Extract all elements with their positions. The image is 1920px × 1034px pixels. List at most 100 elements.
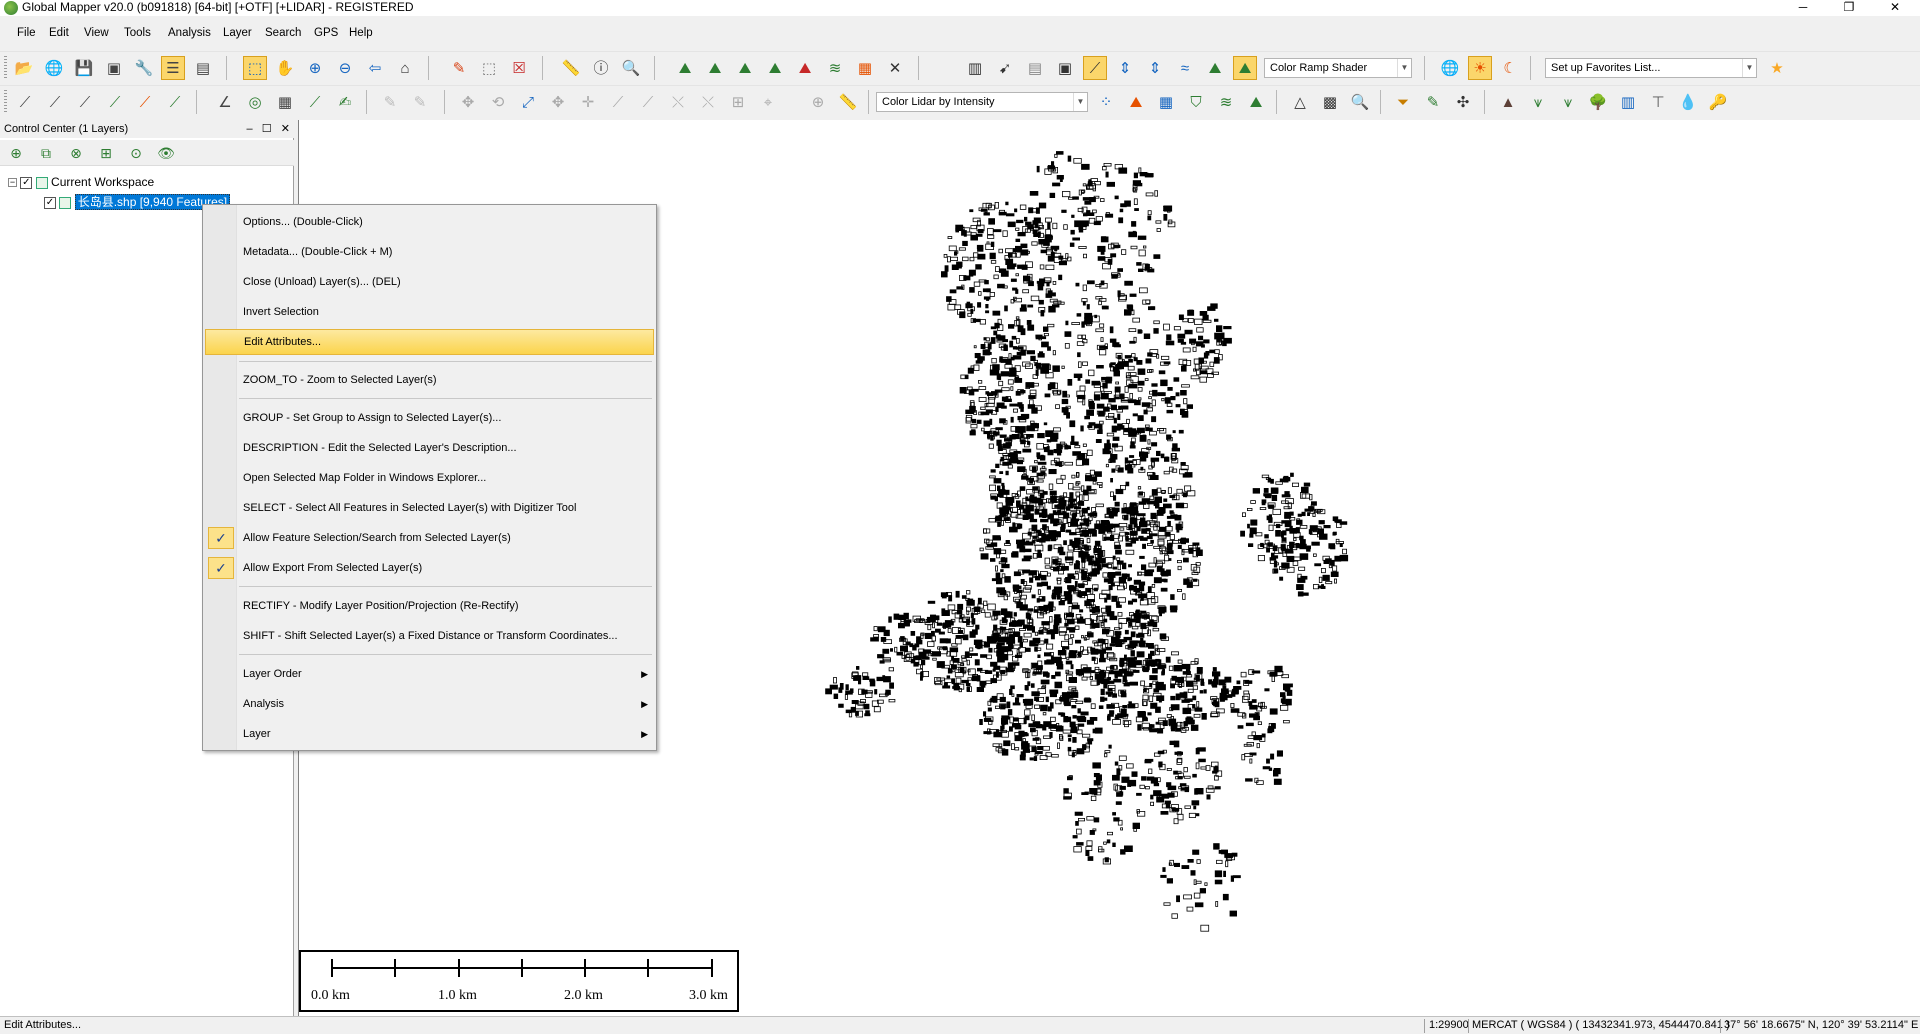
buffer-icon[interactable]: ⤬ (696, 90, 720, 114)
3d-view-icon[interactable]: ▣ (1053, 56, 1077, 80)
menu-item-select-all[interactable]: SELECT - Select All Features in Selected… (205, 495, 654, 521)
disabled-pencil-icon[interactable]: ✎ (378, 90, 402, 114)
pattern-icon[interactable]: ▩ (1318, 90, 1342, 114)
zoom-in-icon[interactable]: ⊕ (303, 56, 327, 80)
find-icon[interactable]: 🔍 (619, 56, 643, 80)
lidar-edit-icon[interactable]: ✎ (1421, 90, 1445, 114)
vertical-exaggeration-icon[interactable]: ⇕ (1113, 56, 1137, 80)
panel-minimize-icon[interactable]: – (246, 123, 252, 135)
menu-analysis[interactable]: Analysis (168, 27, 211, 39)
layer-checkbox[interactable]: ✓ (44, 196, 56, 209)
draw-point-icon[interactable]: ⟋ (303, 90, 327, 114)
favorites-select[interactable]: Set up Favorites List... ▼ (1545, 58, 1757, 78)
layer-visibility-icon[interactable]: 👁 (155, 143, 177, 163)
menu-edit[interactable]: Edit (49, 27, 69, 39)
draw-line-2-icon[interactable]: ⟋ (43, 90, 67, 114)
building-icon[interactable]: ▥ (1616, 90, 1640, 114)
rectangle-select-icon[interactable]: ⬚ (477, 56, 501, 80)
menu-item-metadata[interactable]: Metadata... (Double-Click + M) (205, 239, 654, 265)
globe-icon[interactable]: 🌐 (42, 56, 66, 80)
menu-item-layer-order[interactable]: Layer Order ▶ (205, 661, 654, 687)
menu-item-zoom-to[interactable]: ZOOM_TO - Zoom to Selected Layer(s) (205, 367, 654, 393)
pencil-icon[interactable]: ✎ (447, 56, 471, 80)
moon-icon[interactable]: ☾ (1498, 56, 1522, 80)
home-icon[interactable]: ⌂ (393, 56, 417, 80)
disabled-brush-icon[interactable]: ✎ (408, 90, 432, 114)
range-ring-icon[interactable]: ◎ (243, 90, 267, 114)
vertex-edit-icon[interactable]: ⤢ (516, 90, 540, 114)
info-icon[interactable]: ⓘ (589, 56, 613, 80)
menu-view[interactable]: View (84, 27, 109, 39)
workspace-tree-node[interactable]: − ✓ Current Workspace (8, 174, 154, 190)
favorites-star-icon[interactable]: ★ (1765, 56, 1789, 80)
triangle-icon[interactable]: △ (1288, 90, 1312, 114)
lidar-color-select[interactable]: Color Lidar by Intensity ▼ (876, 92, 1088, 112)
ruler-icon[interactable]: 📏 (559, 56, 583, 80)
layout-icon[interactable]: ▥ (963, 56, 987, 80)
pan-hand-icon[interactable]: ✋ (273, 56, 297, 80)
shader-toggle-icon[interactable]: ⟋ (1083, 56, 1107, 80)
water-level-icon[interactable]: ≈ (1173, 56, 1197, 80)
split-line-icon[interactable]: ⟋ (606, 90, 630, 114)
zoom-out-icon[interactable]: ⊖ (333, 56, 357, 80)
menu-layer[interactable]: Layer (223, 27, 252, 39)
draw-area-icon[interactable]: ⟋ (103, 90, 127, 114)
menu-item-close-layer[interactable]: Close (Unload) Layer(s)... (DEL) (205, 269, 654, 295)
wrench-icon[interactable]: 🔧 (132, 56, 156, 80)
lidar-terrain-icon[interactable]: ⛰ (1244, 90, 1268, 114)
water-drop-icon[interactable]: 💧 (1676, 90, 1700, 114)
menu-item-allow-export[interactable]: ✓ Allow Export From Selected Layer(s) (205, 555, 654, 581)
menu-item-options[interactable]: Options... (Double-Click) (205, 209, 654, 235)
menu-item-rectify[interactable]: RECTIFY - Modify Layer Position/Projecti… (205, 593, 654, 619)
contour-icon[interactable]: ≋ (823, 56, 847, 80)
close-button[interactable]: ✕ (1872, 0, 1918, 16)
overview-icon[interactable]: ▤ (191, 56, 215, 80)
sun-icon[interactable]: ☀ (1468, 56, 1492, 80)
join-line-icon[interactable]: ⟋ (636, 90, 660, 114)
lidar-ground-icon[interactable]: ⛰ (1124, 90, 1148, 114)
web-globe-icon[interactable]: 🌐 (1438, 56, 1462, 80)
key-icon[interactable]: 🔑 (1706, 90, 1730, 114)
toolbar-grip[interactable] (4, 90, 7, 114)
menu-item-description[interactable]: DESCRIPTION - Edit the Selected Layer's … (205, 435, 654, 461)
insert-vertex-icon[interactable]: ✛ (576, 90, 600, 114)
save-icon[interactable]: 💾 (72, 56, 96, 80)
toolbar-grip[interactable] (4, 56, 7, 80)
workspace-checkbox[interactable]: ✓ (20, 176, 33, 189)
restore-button[interactable]: ❐ (1826, 0, 1872, 16)
compass-icon[interactable]: ➹ (993, 56, 1017, 80)
crop-icon[interactable]: ⊞ (726, 90, 750, 114)
print-icon[interactable]: ▣ (102, 56, 126, 80)
vertical-scale-icon[interactable]: ⇕ (1143, 56, 1167, 80)
panel-close-icon[interactable]: ✕ (281, 123, 290, 135)
menu-search[interactable]: Search (265, 27, 301, 39)
lidar-filter-icon[interactable]: ⛉ (1184, 90, 1208, 114)
draw-area-3-icon[interactable]: ⟋ (163, 90, 187, 114)
close-tool-icon[interactable]: ✕ (883, 56, 907, 80)
menu-item-layer[interactable]: Layer ▶ (205, 721, 654, 747)
layer-add-icon[interactable]: ⧉ (35, 143, 57, 163)
shrub-icon[interactable]: ⩛ (1556, 90, 1580, 114)
menu-gps[interactable]: GPS (314, 27, 338, 39)
menu-item-open-folder[interactable]: Open Selected Map Folder in Windows Expl… (205, 465, 654, 491)
dynamic-hill-shade-icon[interactable]: ⛰ (1203, 56, 1227, 80)
draw-line-icon[interactable]: ⟋ (13, 90, 37, 114)
shader-select[interactable]: Color Ramp Shader ▼ (1264, 58, 1412, 78)
menu-item-invert-selection[interactable]: Invert Selection (205, 299, 654, 325)
hill-shading-icon[interactable]: ⛰ (1233, 56, 1257, 80)
filter-funnel-icon[interactable]: ⏷ (1391, 90, 1415, 114)
menu-help[interactable]: Help (349, 27, 373, 39)
delete-icon[interactable]: ☒ (507, 56, 531, 80)
grass-icon[interactable]: ⩛ (1526, 90, 1550, 114)
grid-icon[interactable]: ▤ (1023, 56, 1047, 80)
menu-item-group[interactable]: GROUP - Set Group to Assign to Selected … (205, 405, 654, 431)
lidar-search-icon[interactable]: 🔍 (1348, 90, 1372, 114)
menu-tools[interactable]: Tools (124, 27, 151, 39)
digitizer-select-icon[interactable]: ⬚ (243, 56, 267, 80)
lidar-surface-icon[interactable]: ≋ (1214, 90, 1238, 114)
grid-create-icon[interactable]: ▦ (273, 90, 297, 114)
measure-tape-icon[interactable]: 📏 (836, 90, 860, 114)
elevation-peak-icon[interactable]: ▲ (1496, 90, 1520, 114)
menu-item-allow-selection[interactable]: ✓ Allow Feature Selection/Search from Sel… (205, 525, 654, 551)
intersect-icon[interactable]: ⊕ (806, 90, 830, 114)
